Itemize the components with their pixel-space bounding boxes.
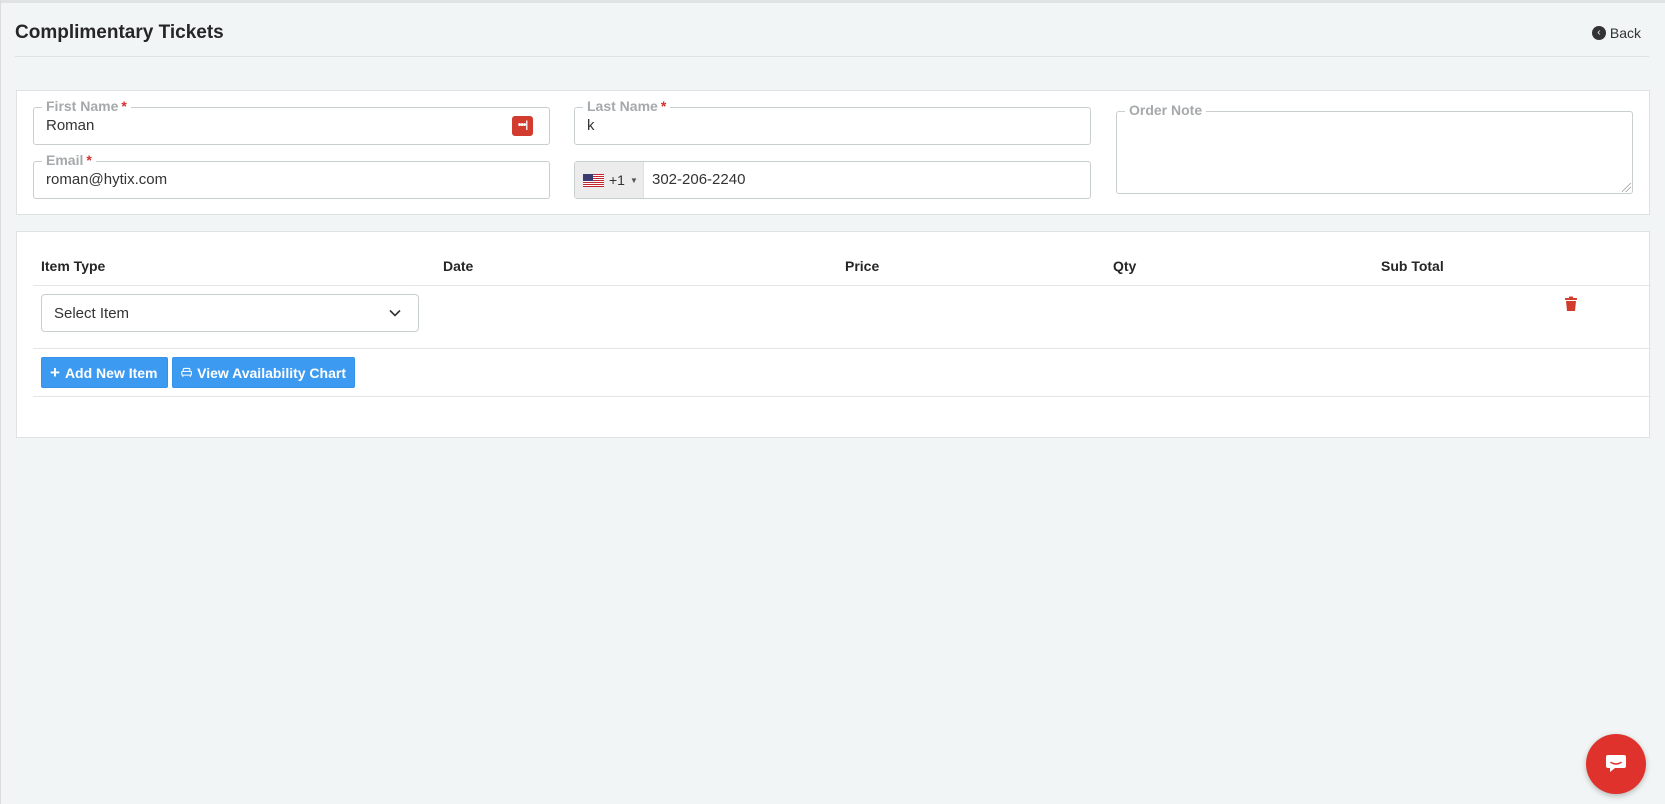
required-mark: *: [86, 152, 92, 168]
country-code-selector[interactable]: +1 ▼: [575, 162, 644, 198]
column-header-item-type: Item Type: [41, 258, 106, 274]
email-field[interactable]: Email * roman@hytix.com: [33, 152, 550, 199]
left-border: [0, 0, 1, 804]
order-note-field[interactable]: Order Note: [1116, 102, 1633, 194]
items-card: Item Type Date Price Qty Sub Total Selec…: [16, 231, 1651, 438]
email-value: roman@hytix.com: [46, 171, 168, 188]
chevron-down-icon: [389, 309, 401, 317]
add-new-item-label: Add New Item: [64, 364, 158, 381]
email-label: Email *: [42, 152, 96, 168]
footer-divider: [33, 396, 1651, 397]
column-header-date: Date: [443, 258, 474, 274]
required-mark: *: [121, 98, 127, 114]
caret-down-icon: ▼: [629, 175, 638, 185]
trash-icon[interactable]: [1563, 296, 1579, 312]
column-header-sub-total: Sub Total: [1381, 258, 1444, 274]
couch-icon: [181, 367, 192, 377]
password-manager-icon[interactable]: •••|: [512, 116, 533, 136]
resize-handle-icon[interactable]: [1622, 183, 1631, 192]
top-border: [0, 0, 1665, 3]
last-name-label: Last Name *: [583, 98, 671, 114]
last-name-value: k: [587, 117, 595, 134]
page-header: Complimentary Tickets ‹ Back: [15, 18, 1649, 57]
first-name-field[interactable]: First Name * Roman •••|: [33, 98, 550, 145]
item-type-select-value: Select Item: [54, 305, 130, 322]
phone-field[interactable]: +1 ▼ 302-206-2240: [574, 161, 1091, 199]
phone-value: 302-206-2240: [652, 171, 746, 188]
circle-chevron-left-icon: ‹: [1591, 26, 1606, 40]
view-availability-chart-label: View Availability Chart: [197, 364, 346, 381]
header-divider: [33, 285, 1651, 286]
country-dial-code: +1: [609, 172, 625, 188]
column-header-qty: Qty: [1113, 258, 1137, 274]
add-new-item-button[interactable]: + Add New Item: [41, 357, 168, 388]
item-type-select[interactable]: Select Item: [41, 294, 419, 332]
order-note-label: Order Note: [1125, 102, 1207, 118]
first-name-value: Roman: [46, 117, 95, 134]
last-name-field[interactable]: Last Name * k: [574, 98, 1091, 145]
view-availability-chart-button[interactable]: View Availability Chart: [172, 357, 355, 388]
chat-icon: [1606, 755, 1626, 772]
back-label: Back: [1609, 25, 1641, 41]
page-title: Complimentary Tickets: [15, 22, 224, 43]
chat-launcher-button[interactable]: [1586, 734, 1646, 794]
us-flag-icon: [583, 173, 604, 187]
customer-info-card: First Name * Roman •••| Last Name * k Emai…: [16, 90, 1650, 215]
column-header-price: Price: [845, 258, 880, 274]
required-mark: *: [660, 98, 667, 114]
first-name-label: First Name *: [42, 98, 131, 114]
plus-icon: +: [50, 363, 60, 382]
back-link[interactable]: ‹ Back: [1591, 25, 1641, 41]
row-divider: [33, 348, 1651, 349]
